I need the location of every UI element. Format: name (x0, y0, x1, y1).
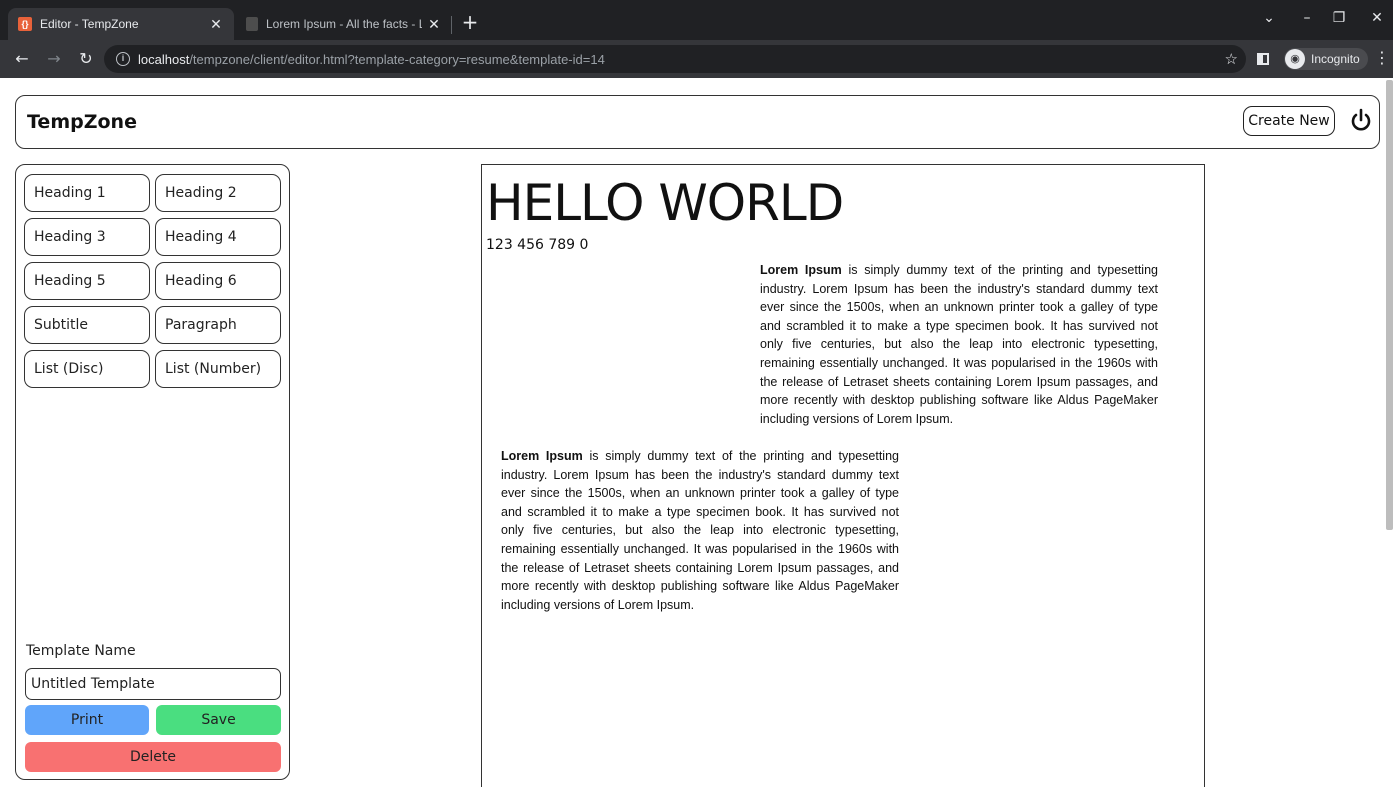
side-panel-icon[interactable] (1257, 53, 1269, 65)
incognito-icon: ◉ (1285, 49, 1305, 69)
heading-2-button[interactable]: Heading 2 (155, 174, 281, 212)
url-path: /tempzone/client/editor.html?template-ca… (189, 51, 605, 67)
document-heading[interactable]: HELLO WORLD (486, 173, 844, 233)
browser-menu-icon[interactable]: ⋮ (1374, 48, 1390, 67)
subtitle-button[interactable]: Subtitle (24, 306, 150, 344)
heading-3-button[interactable]: Heading 3 (24, 218, 150, 256)
heading-6-button[interactable]: Heading 6 (155, 262, 281, 300)
document-paragraph[interactable]: Lorem Ipsum is simply dummy text of the … (501, 447, 899, 614)
list-disc-button[interactable]: List (Disc) (24, 350, 150, 388)
paragraph-body: is simply dummy text of the printing and… (501, 449, 899, 612)
power-logout-icon[interactable] (1348, 107, 1374, 135)
new-tab-icon[interactable]: + (458, 10, 482, 34)
incognito-badge[interactable]: ◉ Incognito (1284, 48, 1368, 70)
template-name-input[interactable] (25, 668, 281, 700)
component-sidebar: Heading 1 Heading 2 Heading 3 Heading 4 … (15, 164, 290, 780)
incognito-label: Incognito (1311, 52, 1360, 66)
close-tab-icon[interactable]: ✕ (208, 16, 224, 33)
tempzone-favicon-icon: {} (18, 17, 32, 31)
paragraph-body: is simply dummy text of the printing and… (760, 263, 1158, 426)
document-phone[interactable]: 123 456 789 0 (486, 237, 588, 253)
browser-tab-strip: {} Editor - TempZone ✕ Lorem Ipsum - All… (0, 0, 1393, 40)
browser-tab-editor[interactable]: {} Editor - TempZone ✕ (8, 8, 234, 40)
tab-title: Editor - TempZone (40, 17, 139, 31)
back-icon[interactable]: ← (10, 47, 34, 71)
heading-5-button[interactable]: Heading 5 (24, 262, 150, 300)
heading-1-button[interactable]: Heading 1 (24, 174, 150, 212)
browser-tab-lipsum[interactable]: Lorem Ipsum - All the facts - Lips ✕ (236, 8, 452, 40)
close-tab-icon[interactable]: ✕ (426, 16, 442, 33)
lipsum-favicon-icon (246, 17, 258, 31)
bookmark-star-icon[interactable]: ☆ (1225, 50, 1238, 68)
list-number-button[interactable]: List (Number) (155, 350, 281, 388)
template-name-label: Template Name (26, 643, 136, 659)
delete-button[interactable]: Delete (25, 742, 281, 772)
create-new-button[interactable]: Create New (1243, 106, 1335, 136)
restore-icon[interactable]: ❐ (1324, 6, 1354, 30)
address-bar[interactable]: i localhost/tempzone/client/editor.html?… (104, 45, 1246, 73)
tab-divider (451, 16, 452, 34)
page-scrollbar[interactable] (1386, 80, 1393, 530)
print-button[interactable]: Print (25, 705, 149, 735)
app-header: TempZone Create New (15, 95, 1380, 149)
browser-toolbar: ← → ↻ i localhost/tempzone/client/editor… (0, 40, 1393, 78)
tab-search-icon[interactable]: ⌄ (1254, 6, 1284, 30)
paragraph-lead: Lorem Ipsum (501, 449, 583, 463)
reload-icon[interactable]: ↻ (74, 47, 98, 71)
save-button[interactable]: Save (156, 705, 281, 735)
paragraph-lead: Lorem Ipsum (760, 263, 842, 277)
document-paragraph[interactable]: Lorem Ipsum is simply dummy text of the … (760, 261, 1158, 428)
url-host: localhost (138, 51, 190, 67)
editor-canvas[interactable]: HELLO WORLD 123 456 789 0 Lorem Ipsum is… (481, 164, 1205, 787)
site-info-icon[interactable]: i (116, 52, 130, 66)
tab-title: Lorem Ipsum - All the facts - Lips (266, 17, 422, 31)
close-window-icon[interactable]: ✕ (1362, 6, 1392, 30)
forward-icon[interactable]: → (42, 47, 66, 71)
brand-logo[interactable]: TempZone (27, 111, 137, 133)
paragraph-button[interactable]: Paragraph (155, 306, 281, 344)
heading-4-button[interactable]: Heading 4 (155, 218, 281, 256)
minimize-icon[interactable]: – (1292, 6, 1322, 30)
